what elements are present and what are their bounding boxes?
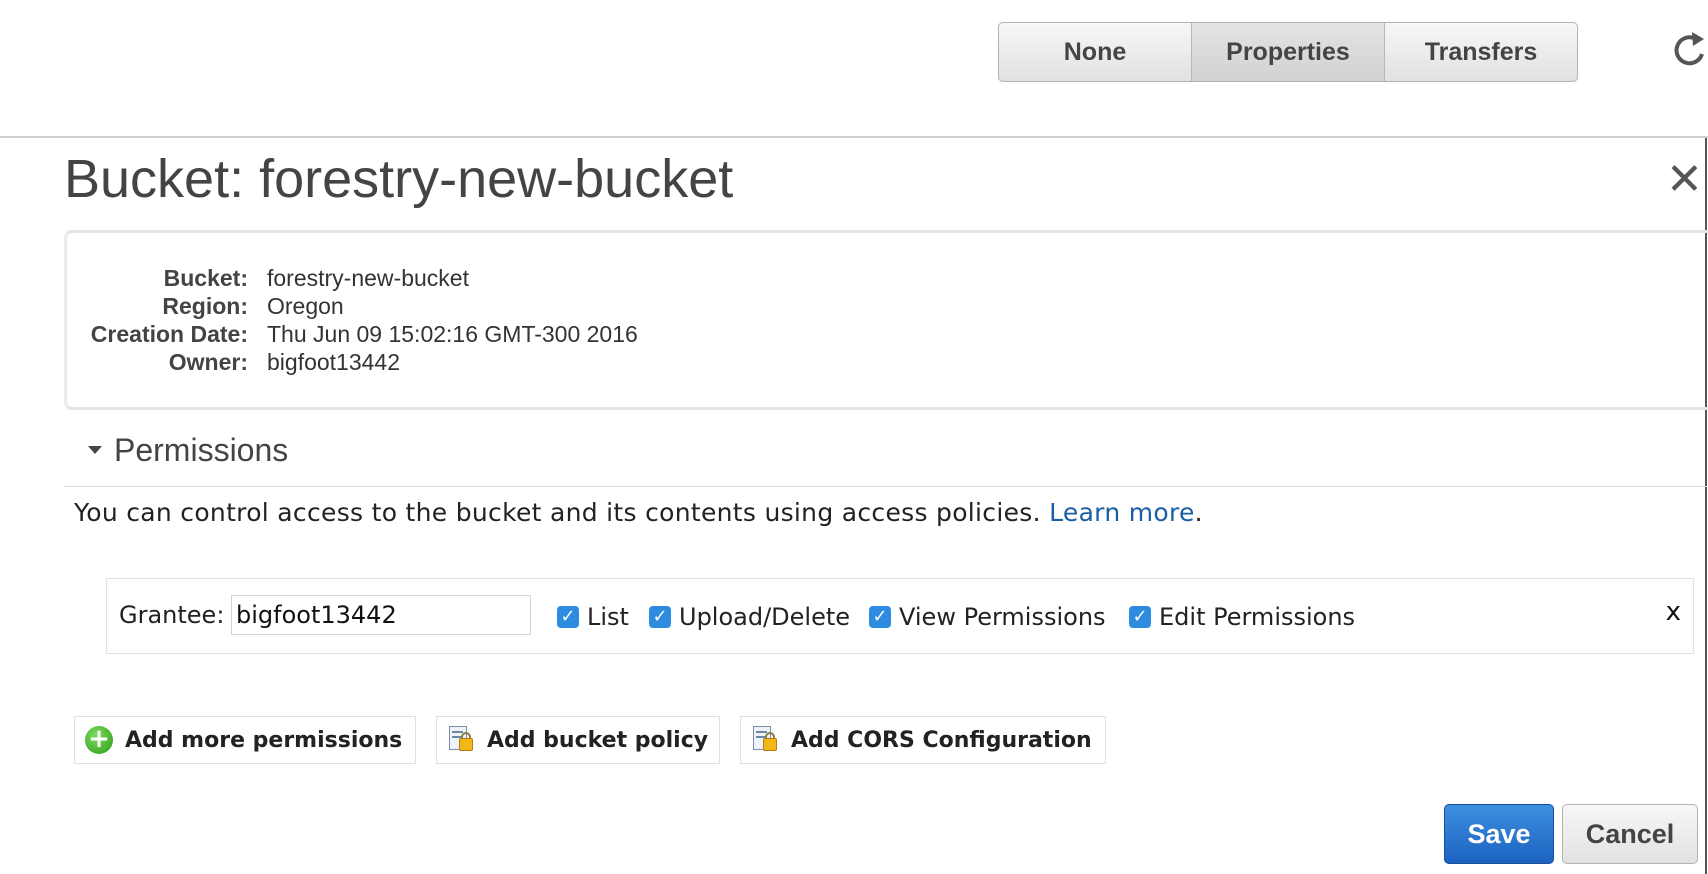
- checkbox-label: View Permissions: [899, 603, 1106, 631]
- checkbox-list[interactable]: ✓ List: [557, 603, 629, 631]
- grantee-input[interactable]: [231, 595, 531, 635]
- tab-none[interactable]: None: [999, 23, 1192, 81]
- cancel-button[interactable]: Cancel: [1562, 804, 1698, 864]
- page-title: Bucket: forestry-new-bucket: [64, 149, 734, 209]
- info-key: Region:: [162, 293, 248, 319]
- learn-more-link[interactable]: Learn more: [1049, 498, 1195, 527]
- add-cors-configuration-button[interactable]: Add CORS Configuration: [740, 716, 1106, 764]
- info-row-owner: Owner: bigfoot13442: [169, 349, 400, 377]
- refresh-icon[interactable]: [1672, 30, 1708, 70]
- close-icon[interactable]: ✕: [1666, 158, 1703, 202]
- permissions-intro: You can control access to the bucket and…: [74, 498, 1203, 527]
- save-button[interactable]: Save: [1444, 804, 1554, 864]
- add-more-permissions-label: Add more permissions: [125, 727, 403, 753]
- toolbar-divider: [0, 136, 1708, 138]
- intro-text: You can control access to the bucket and…: [74, 498, 1041, 527]
- tab-transfers[interactable]: Transfers: [1385, 23, 1577, 81]
- checkbox-checked-icon[interactable]: ✓: [649, 606, 671, 628]
- document-lock-icon: [447, 726, 475, 754]
- grant-row: Grantee: ✓ List ✓ Upload/Delete ✓ View P…: [106, 578, 1694, 654]
- info-value: Oregon: [267, 293, 344, 319]
- info-key: Creation Date:: [90, 321, 248, 347]
- document-lock-icon: [751, 726, 779, 754]
- add-more-permissions-button[interactable]: + Add more permissions: [74, 716, 416, 764]
- info-value: Thu Jun 09 15:02:16 GMT-300 2016: [267, 321, 638, 347]
- checkbox-upload-delete[interactable]: ✓ Upload/Delete: [649, 603, 850, 631]
- add-plus-icon: +: [85, 726, 113, 754]
- add-bucket-policy-label: Add bucket policy: [487, 727, 709, 753]
- info-key: Owner:: [168, 349, 248, 375]
- tab-properties[interactable]: Properties: [1192, 23, 1385, 81]
- info-key: Bucket:: [163, 265, 248, 291]
- view-toggle: None Properties Transfers: [998, 22, 1578, 82]
- checkbox-label: Upload/Delete: [679, 603, 851, 631]
- permissions-header[interactable]: Permissions: [64, 432, 1708, 487]
- info-value: forestry-new-bucket: [267, 265, 469, 291]
- collapse-triangle-icon[interactable]: [88, 446, 102, 454]
- checkbox-edit-permissions[interactable]: ✓ Edit Permissions: [1129, 603, 1355, 631]
- info-row-creation-date: Creation Date: Thu Jun 09 15:02:16 GMT-3…: [91, 321, 638, 349]
- add-cors-label: Add CORS Configuration: [791, 727, 1092, 753]
- bucket-info: Bucket: forestry-new-bucket Region: Oreg…: [64, 230, 1708, 410]
- info-row-region: Region: Oregon: [162, 293, 343, 321]
- permissions-title: Permissions: [114, 432, 289, 468]
- checkbox-label: List: [587, 603, 629, 631]
- checkbox-checked-icon[interactable]: ✓: [1129, 606, 1151, 628]
- intro-period: .: [1194, 498, 1203, 527]
- checkbox-checked-icon[interactable]: ✓: [557, 606, 579, 628]
- checkbox-label: Edit Permissions: [1159, 603, 1356, 631]
- checkbox-view-permissions[interactable]: ✓ View Permissions: [869, 603, 1106, 631]
- grantee-label: Grantee:: [119, 601, 225, 629]
- info-value: bigfoot13442: [267, 349, 401, 375]
- info-row-bucket: Bucket: forestry-new-bucket: [164, 265, 469, 293]
- remove-grant-button[interactable]: x: [1666, 597, 1681, 627]
- add-bucket-policy-button[interactable]: Add bucket policy: [436, 716, 720, 764]
- checkbox-checked-icon[interactable]: ✓: [869, 606, 891, 628]
